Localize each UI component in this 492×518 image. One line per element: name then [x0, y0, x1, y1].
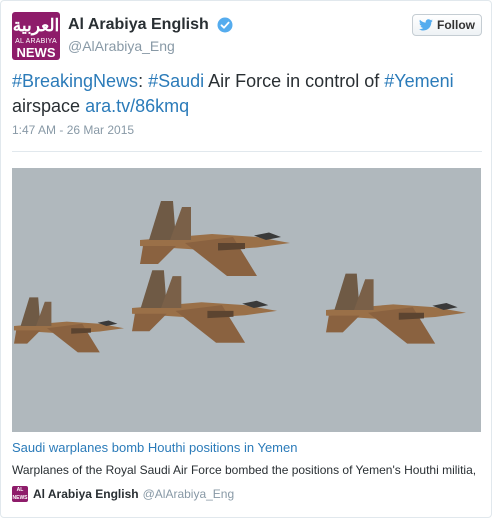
avatar[interactable]: العربية AL ARABIYA NEWS — [12, 12, 60, 60]
source-name[interactable]: Al Arabiya English — [33, 487, 139, 501]
logo-arabic: العربية — [12, 16, 60, 35]
source-avatar: AL NEWS — [12, 486, 28, 502]
tweet-text-part2: airspace — [12, 96, 81, 116]
divider — [12, 151, 482, 152]
follow-label: Follow — [437, 18, 475, 32]
tweet-card: العربية AL ARABIYA NEWS Al Arabiya Engli… — [0, 0, 492, 518]
card-description: Warplanes of the Royal Saudi Air Force b… — [12, 463, 477, 477]
tweet-text-part1: Air Force in control of — [204, 71, 385, 91]
source-handle[interactable]: @AlArabiya_Eng — [143, 487, 235, 501]
hashtag-saudi[interactable]: #Saudi — [148, 71, 204, 91]
card-source[interactable]: AL NEWS Al Arabiya English @AlArabiya_Eng — [12, 486, 234, 502]
display-name[interactable]: Al Arabiya English — [68, 16, 209, 34]
tweet-timestamp[interactable]: 1:47 AM - 26 Mar 2015 — [12, 123, 134, 137]
fighter-jets-photo — [12, 168, 481, 432]
card-title[interactable]: Saudi warplanes bomb Houthi positions in… — [12, 440, 297, 455]
hashtag-yemeni[interactable]: #Yemeni — [384, 71, 453, 91]
card-image[interactable] — [12, 168, 481, 432]
tweet-text-sep: : — [138, 71, 144, 91]
follow-button[interactable]: Follow — [412, 14, 482, 36]
tweet-text: #BreakingNews: #Saudi Air Force in contr… — [12, 69, 482, 119]
account-names: Al Arabiya English @AlArabiya_Eng — [68, 16, 233, 54]
logo-line2: NEWS — [16, 45, 56, 60]
twitter-bird-icon — [419, 19, 433, 31]
verified-badge-icon — [217, 17, 233, 33]
account-handle[interactable]: @AlArabiya_Eng — [68, 38, 233, 54]
tweet-link[interactable]: ara.tv/86kmq — [85, 96, 189, 116]
tweet-header: العربية AL ARABIYA NEWS Al Arabiya Engli… — [12, 12, 482, 64]
hashtag-breakingnews[interactable]: #BreakingNews — [12, 71, 138, 91]
logo-line1: AL ARABIYA — [15, 38, 57, 45]
